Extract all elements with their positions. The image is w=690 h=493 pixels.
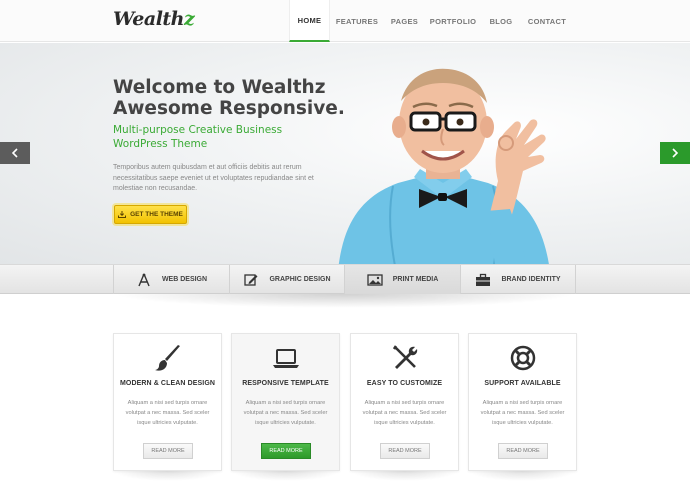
- nav-portfolio[interactable]: PORTFOLIO: [425, 0, 481, 42]
- card-shadow: [231, 471, 340, 481]
- briefcase-icon: [476, 273, 491, 286]
- hero-slider: Welcome to Wealthz Awesome Responsive. M…: [0, 43, 690, 264]
- card-shadow: [350, 471, 459, 481]
- hero-subtitle-line1: Multi-purpose Creative Business: [113, 124, 283, 136]
- read-more-button[interactable]: READ MORE: [261, 443, 311, 459]
- feature-title: RESPONSIVE TEMPLATE: [242, 380, 329, 387]
- feature-card-design: MODERN & CLEAN DESIGN Aliquam a nisi sed…: [113, 333, 222, 471]
- feature-text: Aliquam a nisi sed turpis ornare volutpa…: [243, 400, 328, 426]
- feature-text: Aliquam a nisi sed turpis ornare volutpa…: [480, 400, 565, 426]
- logo-accent: z: [184, 8, 195, 30]
- download-tray-icon: [118, 211, 127, 218]
- card-shadow: [113, 471, 222, 481]
- category-web-design[interactable]: WEB DESIGN: [113, 265, 229, 294]
- nav-pages[interactable]: PAGES: [384, 0, 425, 42]
- hero-subtitle: Multi-purpose Creative Business WordPres…: [113, 123, 353, 151]
- feature-text: Aliquam a nisi sed turpis ornare volutpa…: [362, 400, 447, 426]
- nav-home[interactable]: HOME: [289, 0, 330, 42]
- category-graphic-design[interactable]: GRAPHIC DESIGN: [229, 265, 344, 294]
- category-brand-identity[interactable]: BRAND IDENTITY: [460, 265, 576, 294]
- logo-text: Wealth: [113, 8, 185, 30]
- nav-features[interactable]: FEATURES: [330, 0, 384, 42]
- chevron-right-icon: [672, 148, 679, 158]
- feature-title: MODERN & CLEAN DESIGN: [119, 380, 216, 387]
- laptop-icon: [272, 349, 299, 368]
- read-more-button[interactable]: READ MORE: [380, 443, 430, 459]
- hero-subtitle-line2: WordPress Theme: [113, 138, 208, 150]
- category-bar: WEB DESIGN GRAPHIC DESIGN PRINT MEDIA BR…: [0, 264, 690, 294]
- hero-description: Temporibus autem quibusdam et aut offici…: [113, 164, 314, 192]
- hero-person-image: [338, 68, 549, 264]
- get-theme-label: GET THE THEME: [130, 211, 183, 218]
- image-icon: [367, 273, 383, 286]
- main-nav: HOME FEATURES PAGES PORTFOLIO BLOG CONTA…: [289, 0, 573, 42]
- category-label: PRINT MEDIA: [392, 276, 439, 283]
- category-label: WEB DESIGN: [161, 276, 208, 283]
- card-shadow: [468, 471, 577, 481]
- read-more-button[interactable]: READ MORE: [143, 443, 193, 459]
- feature-card-support: SUPPORT AVAILABLE Aliquam a nisi sed tur…: [468, 333, 577, 471]
- category-bar-shadow: [113, 294, 576, 308]
- tools-icon: [392, 345, 417, 369]
- edit-pencil-icon: [244, 273, 258, 286]
- compass-ruler-icon: [138, 273, 150, 286]
- slider-next-button[interactable]: [660, 142, 690, 164]
- site-logo[interactable]: Wealthz: [113, 8, 195, 30]
- feature-text: Aliquam a nisi sed turpis ornare volutpa…: [125, 400, 210, 426]
- feature-title: EASY TO CUSTOMIZE: [366, 380, 443, 387]
- feature-title: SUPPORT AVAILABLE: [484, 380, 561, 387]
- feature-card-customize: EASY TO CUSTOMIZE Aliquam a nisi sed tur…: [350, 333, 459, 471]
- category-print-media[interactable]: PRINT MEDIA: [344, 265, 460, 294]
- read-more-button[interactable]: READ MORE: [498, 443, 548, 459]
- lifebuoy-icon: [510, 345, 535, 371]
- nav-blog[interactable]: BLOG: [481, 0, 521, 42]
- category-label: GRAPHIC DESIGN: [269, 276, 331, 283]
- category-label: BRAND IDENTITY: [501, 276, 561, 283]
- paintbrush-icon: [154, 345, 180, 371]
- get-theme-button[interactable]: GET THE THEME: [114, 205, 187, 224]
- site-header: Wealthz HOME FEATURES PAGES PORTFOLIO BL…: [0, 0, 690, 42]
- slider-prev-button[interactable]: [0, 142, 30, 164]
- chevron-left-icon: [11, 148, 18, 158]
- nav-contact[interactable]: CONTACT: [521, 0, 573, 42]
- feature-card-responsive: RESPONSIVE TEMPLATE Aliquam a nisi sed t…: [231, 333, 340, 471]
